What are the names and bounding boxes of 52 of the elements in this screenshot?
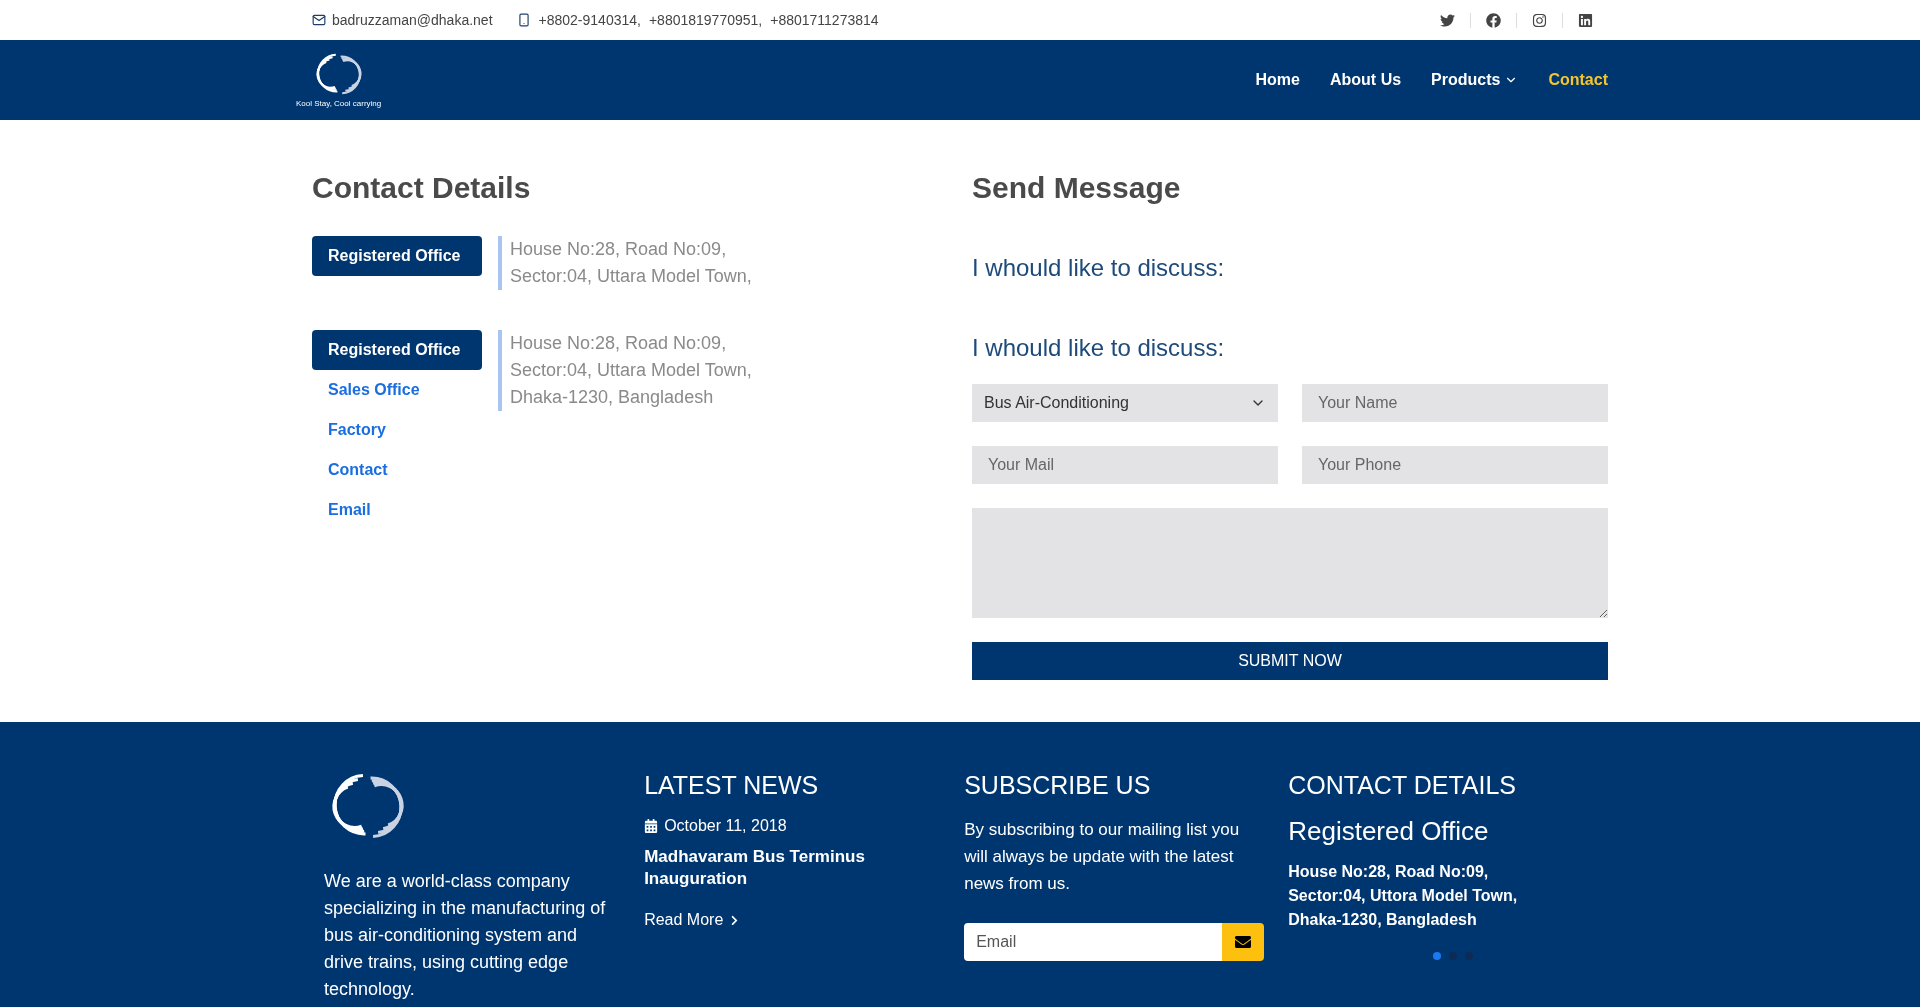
news-headline[interactable]: Madhavaram Bus Terminus Inauguration: [644, 846, 945, 890]
office-tab[interactable]: Email: [312, 490, 482, 530]
nav-link[interactable]: Products: [1431, 68, 1519, 92]
form-subtitle: I whould like to discuss:: [972, 333, 1226, 363]
envelope-icon: [1235, 934, 1252, 950]
nav-link[interactable]: Home: [1255, 68, 1300, 92]
address-line: Dhaka-1230, Bangladesh: [510, 386, 715, 409]
phone-icon: [516, 13, 531, 27]
address-line: Dhaka-1230, Bangladesh: [1288, 910, 1478, 930]
submit-button[interactable]: SUBMIT NOW: [972, 642, 1608, 680]
address-line: Sector:04, Uttara Model Town,: [510, 265, 752, 288]
twitter-icon[interactable]: [1440, 12, 1455, 28]
mail-field[interactable]: Your Mail: [972, 446, 1278, 484]
phone-field[interactable]: Your Phone: [1302, 446, 1608, 484]
read-more-link[interactable]: Read More: [644, 908, 945, 932]
office-tab[interactable]: Contact: [312, 450, 482, 490]
nav-link[interactable]: Contact: [1548, 68, 1608, 92]
office-tab[interactable]: Registered Office: [312, 330, 482, 370]
office-title: Registered Office: [1288, 815, 1490, 848]
subscribe-button[interactable]: [1222, 923, 1265, 961]
linkedin-icon[interactable]: [1578, 12, 1593, 28]
office-tab[interactable]: Factory: [312, 410, 482, 450]
office-tab[interactable]: Registered Office: [312, 236, 482, 276]
email-field[interactable]: Email: [964, 923, 1223, 961]
nav-link[interactable]: About Us: [1330, 68, 1402, 92]
subscribe-text: By subscribing to our mailing list you will always be update with the latest news from us.: [964, 819, 1241, 895]
address-line: House No:28, Road No:09,: [510, 332, 728, 355]
logo-tagline: Kool Stay, Cool carrying: [296, 98, 382, 110]
phone-number[interactable]: +8801711273814: [770, 9, 879, 31]
phone-number[interactable]: +8801819770951,: [648, 9, 763, 31]
instagram-icon[interactable]: [1532, 12, 1547, 28]
footer-heading: CONTACT DETAILS: [1288, 770, 1517, 801]
section-title: Contact Details: [312, 170, 532, 206]
calendar-icon: [644, 819, 659, 833]
address-line: House No:28, Road No:09,: [510, 238, 728, 261]
topic-select[interactable]: Bus Air-Conditioning: [972, 384, 1278, 422]
footer-heading: LATEST NEWS: [644, 770, 820, 801]
email-link[interactable]: badruzzaman@dhaka.net: [332, 9, 493, 31]
facebook-icon[interactable]: [1486, 12, 1501, 28]
name-field[interactable]: Your Name: [1302, 384, 1608, 422]
company-description: We are a world-class company specializing in the manufacturing of bus air-conditioning system and drive trains, using cutting edge technology.: [324, 870, 607, 1001]
address-line: House No:28, Road No:09,: [1288, 862, 1490, 882]
section-title: Send Message: [972, 170, 1182, 206]
envelope-icon: [312, 13, 326, 27]
footer-heading: SUBSCRIBE US: [964, 770, 1152, 801]
phone-number[interactable]: +8802-9140314,: [538, 9, 641, 31]
office-tab[interactable]: Sales Office: [312, 370, 482, 410]
form-subtitle: I whould like to discuss:: [972, 253, 1226, 283]
address-line: Sector:04, Uttora Model Town,: [1288, 886, 1519, 906]
address-line: Sector:04, Uttara Model Town,: [510, 359, 752, 382]
message-field[interactable]: [972, 508, 1608, 618]
news-date: October 11, 2018: [664, 816, 787, 836]
